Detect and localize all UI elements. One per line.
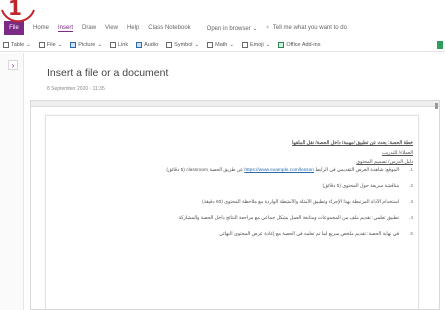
insert-ribbon: Table ⌄ File ⌄ Picture ⌄ Link Audio Symb… <box>0 38 445 52</box>
list-item-number: 4. <box>408 216 413 221</box>
tell-me-text: Tell me what you want to do <box>272 25 347 31</box>
document-content: خطة الحصة: بحث عن تطبيق /مهمة/ داخل الحص… <box>113 139 413 247</box>
list-item-text: الموقع: شاهدة العرض التقديمي في الرابط <box>315 168 399 173</box>
emoji-label: Emoji <box>249 41 264 48</box>
list-item-text: عن طريق الحصة classroom (5 دقائق) <box>166 168 243 173</box>
open-in-browser-label: Open in browser <box>206 25 251 32</box>
emoji-icon <box>241 41 248 48</box>
picture-button[interactable]: Picture ⌄ <box>70 41 102 48</box>
list-item-text: تطبيق تعلمي: تقديم ملف من المجموعات ومتا… <box>178 216 399 221</box>
list-item: 4. تطبيق تعلمي: تقديم ملف من المجموعات و… <box>113 215 413 231</box>
expand-navigation-icon[interactable]: › <box>8 60 18 70</box>
document-list: 1. الموقع: شاهدة العرض التقديمي في الراب… <box>113 167 413 247</box>
document-heading: خطة الحصة: بحث عن تطبيق /مهمة/ داخل الحص… <box>292 141 413 146</box>
document-link[interactable]: https://www.example.com/lesson <box>244 168 314 173</box>
add-ins-icon <box>278 41 285 48</box>
page-timestamp: 8 September 2020 · 11:35 <box>47 86 105 92</box>
math-icon <box>207 41 214 48</box>
embedded-document-preview[interactable]: خطة الحصة: بحث عن تطبيق /مهمة/ داخل الحص… <box>30 100 440 310</box>
tab-draw[interactable]: Draw <box>82 25 96 31</box>
math-button[interactable]: Math ⌄ <box>207 41 234 48</box>
tab-home[interactable]: Home <box>33 25 49 31</box>
tab-help[interactable]: Help <box>127 25 139 31</box>
table-button[interactable]: Table ⌄ <box>3 41 31 48</box>
list-item-number: 2. <box>408 184 413 189</box>
emoji-button[interactable]: Emoji ⌄ <box>241 41 270 48</box>
page-title[interactable]: Insert a file or a document <box>47 67 168 79</box>
tab-insert[interactable]: Insert <box>58 25 74 32</box>
list-item-number: 3. <box>408 200 413 205</box>
list-item-number: 1. <box>408 168 413 173</box>
list-item-text: استخدام الأداة المرتبطة بهذا الإجراء وتط… <box>202 200 399 205</box>
tell-me-search[interactable]: ♀ Tell me what you want to do <box>265 25 347 31</box>
table-icon <box>3 41 9 48</box>
audio-label: Audio <box>144 41 159 48</box>
office-add-ins-label: Office Add-ins <box>286 41 321 48</box>
list-item-number: 5. <box>408 232 413 237</box>
list-item: 1. الموقع: شاهدة العرض التقديمي في الراب… <box>113 167 413 183</box>
list-item: 5. في نهاية الحصة: تقديم ملخص سريع لما ت… <box>113 231 413 247</box>
link-icon <box>109 41 116 48</box>
link-button[interactable]: Link <box>109 41 129 48</box>
list-item: 2. مناقشة سريعة حول المحتوى (5 دقائق) <box>113 183 413 199</box>
menu-bar: File Home Insert Draw View Help Class No… <box>0 20 445 36</box>
office-add-ins-button[interactable]: Office Add-ins <box>278 41 321 48</box>
table-label: Table <box>11 41 25 48</box>
file-attach-button[interactable]: File ⌄ <box>38 41 62 48</box>
list-item-text: مناقشة سريعة حول المحتوى (5 دقائق) <box>322 184 399 189</box>
symbol-button[interactable]: Symbol ⌄ <box>166 41 199 48</box>
document-toolbar <box>31 101 439 107</box>
list-item-text: في نهاية الحصة: تقديم ملخص سريع لما تم ت… <box>219 232 399 237</box>
document-scrollbar[interactable] <box>435 103 438 109</box>
lightbulb-icon: ♀ <box>265 25 270 31</box>
audio-button[interactable]: Audio <box>136 41 159 48</box>
tab-class-notebook[interactable]: Class Notebook <box>148 25 190 31</box>
picture-icon <box>70 41 77 48</box>
picture-label: Picture <box>78 41 96 48</box>
navigation-sidebar: › <box>0 53 24 310</box>
list-item-text: الموقع: شاهدة العرض التقديمي في الرابط h… <box>113 167 399 175</box>
symbol-label: Symbol <box>174 41 193 48</box>
tab-view[interactable]: View <box>105 25 118 31</box>
document-line: دليل الدرس/ تصميم المحتوى <box>356 160 413 165</box>
document-line: العملاء/ للتدريب <box>381 151 413 156</box>
link-label: Link <box>117 41 129 48</box>
step-number: 1 <box>8 0 22 20</box>
list-item: 3. استخدام الأداة المرتبطة بهذا الإجراء … <box>113 199 413 215</box>
ribbon-overflow-icon[interactable] <box>437 41 443 49</box>
math-label: Math <box>215 41 228 48</box>
file-label: File <box>46 41 56 48</box>
symbol-icon <box>166 41 173 48</box>
audio-icon <box>136 41 143 48</box>
file-icon <box>38 41 45 48</box>
open-in-browser-button[interactable]: Open in browser ⌄ <box>207 25 258 32</box>
step-callout-badge: 1 <box>0 0 36 24</box>
